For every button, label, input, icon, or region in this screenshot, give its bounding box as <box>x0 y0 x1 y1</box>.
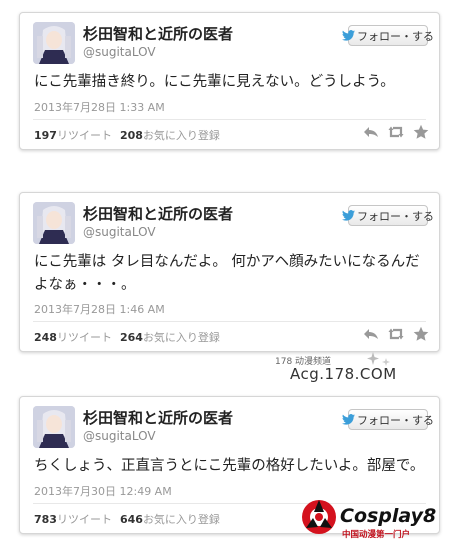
favorites-count[interactable]: 208 <box>120 129 143 142</box>
timestamp[interactable]: 2013年7月30日 12:49 AM <box>34 483 172 499</box>
cosplay8-watermark-sub: 中国动漫第一门户 <box>342 530 411 540</box>
tweet-stats: 197リツイート 208お気に入り登録 <box>34 127 220 143</box>
bird-icon <box>342 30 355 41</box>
retweets-count[interactable]: 783 <box>34 513 57 526</box>
bird-icon <box>342 414 355 425</box>
favorites-label: お気に入り登録 <box>142 129 220 142</box>
cosplay8-watermark-name: Cosplay8 <box>340 505 437 527</box>
display-name[interactable]: 杉田智和と近所の医者 <box>83 23 233 44</box>
avatar[interactable] <box>33 406 75 448</box>
favorite-icon[interactable] <box>413 326 429 342</box>
display-name[interactable]: 杉田智和と近所の医者 <box>83 407 233 428</box>
retweet-icon[interactable] <box>388 326 404 342</box>
follow-label: フォロー・する <box>357 413 434 427</box>
user-handle[interactable]: @sugitaLOV <box>83 45 156 59</box>
favorites-count[interactable]: 264 <box>120 331 143 344</box>
user-handle[interactable]: @sugitaLOV <box>83 429 156 443</box>
follow-button[interactable]: フォロー・する <box>342 205 434 226</box>
avatar[interactable] <box>33 202 75 244</box>
favorites-count[interactable]: 646 <box>120 513 143 526</box>
follow-label: フォロー・する <box>357 29 434 43</box>
tweet-text: にこ先輩は タレ目なんだよ。 何かアヘ顔みたいになるんだよなぁ・・・。 <box>34 254 420 293</box>
favorite-icon[interactable] <box>413 124 429 140</box>
retweets-label: リツイート <box>56 129 112 142</box>
reply-icon[interactable] <box>363 326 379 342</box>
tweet-stats: 248リツイート 264お気に入り登録 <box>34 329 220 345</box>
divider <box>33 503 426 504</box>
timestamp[interactable]: 2013年7月28日 1:46 AM <box>34 301 165 317</box>
follow-label: フォロー・する <box>357 209 434 223</box>
tweet-actions <box>363 326 429 342</box>
retweets-count[interactable]: 197 <box>34 129 57 142</box>
follow-button[interactable]: フォロー・する <box>342 25 434 46</box>
tweet-text: にこ先輩描き終り。にこ先輩に見えない。どうしよう。 <box>34 74 395 90</box>
timestamp[interactable]: 2013年7月28日 1:33 AM <box>34 99 165 115</box>
display-name[interactable]: 杉田智和と近所の医者 <box>83 203 233 224</box>
divider <box>33 119 426 120</box>
tweet-card: 杉田智和と近所の医者 @sugitaLOV フォロー・する にこ先輩は タレ目な… <box>19 192 440 352</box>
favorites-label: お気に入り登録 <box>142 513 220 526</box>
tweet-card: 杉田智和と近所の医者 @sugitaLOV フォロー・する にこ先輩描き終り。に… <box>19 12 440 150</box>
user-handle[interactable]: @sugitaLOV <box>83 225 156 239</box>
sparkle-icon <box>365 350 395 376</box>
retweets-label: リツイート <box>56 513 112 526</box>
tweet-text: ちくしょう、正直言うとにこ先輩の格好したいよ。部屋で。 <box>34 458 425 474</box>
retweets-count[interactable]: 248 <box>34 331 57 344</box>
follow-button[interactable]: フォロー・する <box>342 409 434 430</box>
avatar[interactable] <box>33 22 75 64</box>
tweet-stats: 783リツイート 646お気に入り登録 <box>34 511 220 527</box>
reply-icon[interactable] <box>363 124 379 140</box>
retweets-label: リツイート <box>56 331 112 344</box>
bird-icon <box>342 210 355 221</box>
favorites-label: お気に入り登録 <box>142 331 220 344</box>
divider <box>33 321 426 322</box>
cosplay8-logo-icon <box>300 498 338 540</box>
tweet-actions <box>363 124 429 140</box>
retweet-icon[interactable] <box>388 124 404 140</box>
